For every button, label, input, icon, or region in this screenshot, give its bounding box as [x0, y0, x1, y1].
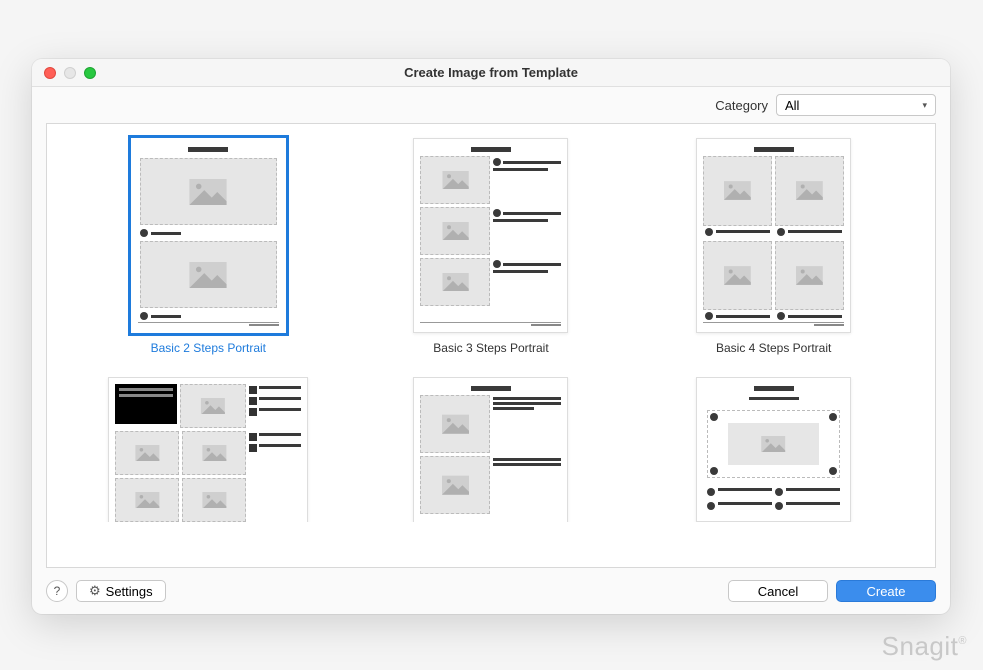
image-placeholder-icon [181, 262, 235, 288]
gear-icon: ⚙ [89, 583, 101, 599]
image-placeholder-icon [442, 474, 469, 496]
image-placeholder-icon [796, 262, 823, 289]
image-placeholder-icon [796, 177, 823, 204]
dialog-window: Create Image from Template Category All … [32, 59, 950, 614]
category-value: All [785, 98, 799, 113]
watermark: Snagit® [882, 631, 967, 662]
window-title: Create Image from Template [32, 65, 950, 80]
help-icon: ? [54, 584, 61, 598]
image-placeholder-icon [442, 171, 469, 189]
image-placeholder-icon [202, 445, 227, 462]
image-placeholder-icon [724, 177, 751, 204]
template-thumbnail [696, 138, 851, 333]
template-item-6[interactable] [662, 377, 885, 522]
template-item-basic-4-steps-portrait[interactable]: Basic 4 Steps Portrait [662, 138, 885, 355]
template-thumbnail [108, 377, 308, 522]
template-thumbnail [131, 138, 286, 333]
image-placeholder-icon [755, 436, 791, 453]
footer: ? ⚙ Settings Cancel Create [32, 568, 950, 614]
image-placeholder-icon [200, 398, 226, 415]
template-label: Basic 2 Steps Portrait [151, 341, 266, 355]
minimize-window-button [64, 67, 76, 79]
template-item-basic-2-steps-portrait[interactable]: Basic 2 Steps Portrait [97, 138, 320, 355]
template-label: Basic 3 Steps Portrait [433, 341, 548, 355]
image-placeholder-icon [135, 445, 160, 462]
template-thumbnail [413, 377, 568, 522]
titlebar: Create Image from Template [32, 59, 950, 87]
cancel-button[interactable]: Cancel [728, 580, 828, 602]
chevron-down-icon: ▾ [922, 100, 927, 111]
window-controls [32, 67, 96, 79]
category-label: Category [715, 98, 768, 113]
template-gallery: Basic 2 Steps Portrait [46, 123, 936, 568]
help-button[interactable]: ? [46, 580, 68, 602]
image-placeholder-icon [442, 273, 469, 291]
template-item-basic-3-steps-portrait[interactable]: Basic 3 Steps Portrait [380, 138, 603, 355]
image-placeholder-icon [724, 262, 751, 289]
zoom-window-button[interactable] [84, 67, 96, 79]
toolbar: Category All ▾ [32, 87, 950, 123]
image-placeholder-icon [202, 492, 227, 509]
image-placeholder-icon [181, 179, 235, 205]
template-thumbnail [413, 138, 568, 333]
image-placeholder-icon [135, 492, 160, 509]
create-button[interactable]: Create [836, 580, 936, 602]
image-placeholder-icon [442, 413, 469, 435]
image-placeholder-icon [442, 222, 469, 240]
template-thumbnail [696, 377, 851, 522]
settings-label: Settings [106, 584, 153, 599]
category-select[interactable]: All ▾ [776, 94, 936, 116]
template-item-5[interactable] [380, 377, 603, 522]
template-label: Basic 4 Steps Portrait [716, 341, 831, 355]
settings-button[interactable]: ⚙ Settings [76, 580, 166, 602]
close-window-button[interactable] [44, 67, 56, 79]
template-item-4[interactable] [97, 377, 320, 522]
